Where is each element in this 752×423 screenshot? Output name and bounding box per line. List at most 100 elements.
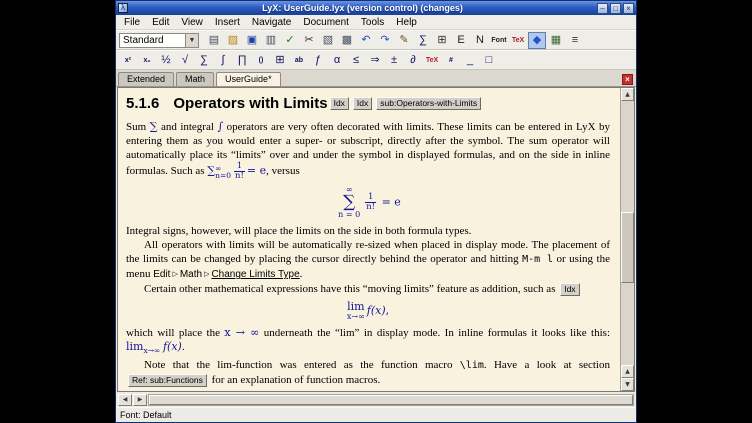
save-icon[interactable]: ▣: [243, 32, 261, 49]
math-spacing-icon[interactable]: _: [461, 52, 479, 69]
display-formula[interactable]: limx→∞f(x),: [126, 301, 610, 321]
tab-extended[interactable]: Extended: [118, 72, 174, 86]
menu-file[interactable]: File: [118, 17, 146, 28]
insert-math-icon[interactable]: ∑: [414, 32, 432, 49]
font-dialog-icon[interactable]: Font: [490, 32, 508, 49]
frac: 1n!: [365, 193, 376, 212]
display-toggle-icon[interactable]: □: [480, 52, 498, 69]
maximize-button[interactable]: □: [610, 3, 621, 14]
open-folder-icon[interactable]: ▨: [224, 32, 242, 49]
product-icon[interactable]: ∏: [233, 52, 251, 69]
menu-view[interactable]: View: [175, 17, 209, 28]
functions-icon[interactable]: ƒ: [309, 52, 327, 69]
delimiters-icon[interactable]: (): [252, 52, 270, 69]
chevron-down-icon[interactable]: ▼: [185, 34, 198, 47]
scroll-up-icon-bottom[interactable]: ▲: [621, 365, 634, 378]
undo-icon[interactable]: ↶: [357, 32, 375, 49]
relations-icon[interactable]: ≤: [347, 52, 365, 69]
bigop: ∞∑n = 0: [338, 186, 360, 219]
display-formula[interactable]: ∞∑n = 01n! = e: [126, 186, 610, 219]
integral-icon[interactable]: ∫: [214, 52, 232, 69]
titlebar[interactable]: λ LyX: UserGuide.lyx (version control) (…: [116, 1, 636, 15]
statusbar: Font: Default: [116, 407, 636, 422]
tex-mode-icon[interactable]: TeX: [509, 32, 527, 49]
vertical-scrollbar[interactable]: ▲ ▲ ▼: [620, 88, 634, 391]
operators-icon[interactable]: ±: [385, 52, 403, 69]
close-button[interactable]: ×: [623, 3, 634, 14]
section-title: Math Symbols: [173, 390, 275, 391]
paragraph[interactable]: Note that the lim-function was entered a…: [126, 358, 610, 387]
section-title: Operators with Limits: [173, 95, 327, 112]
misc-symbols-icon[interactable]: ∂: [404, 52, 422, 69]
app-icon: λ: [118, 3, 128, 13]
inset-badge[interactable]: Idx: [353, 97, 372, 110]
math-macro-icon[interactable]: ab: [290, 52, 308, 69]
frac: 1n!: [234, 162, 245, 181]
paragraph[interactable]: Certain other mathematical expressions h…: [126, 282, 610, 296]
print-icon[interactable]: ▥: [262, 32, 280, 49]
paragraph-style-combo[interactable]: Standard ▼: [119, 33, 199, 48]
noun-icon[interactable]: N: [471, 32, 489, 49]
section-heading[interactable]: 5.1.6Operators with LimitsIdxIdxsub:Oper…: [126, 95, 610, 113]
horizontal-scroll-track[interactable]: [148, 394, 634, 406]
redo-icon[interactable]: ↷: [376, 32, 394, 49]
menu-insert[interactable]: Insert: [209, 17, 246, 28]
scroll-down-icon[interactable]: ▼: [621, 378, 634, 391]
menu-edit[interactable]: Edit: [146, 17, 175, 28]
greek-icon[interactable]: α: [328, 52, 346, 69]
horizontal-scroll-thumb[interactable]: [149, 395, 633, 405]
cut-icon[interactable]: ✂: [300, 32, 318, 49]
scroll-right-icon[interactable]: ▶: [133, 394, 147, 406]
lyx-window: λ LyX: UserGuide.lyx (version control) (…: [115, 0, 637, 423]
copy-icon[interactable]: ▧: [319, 32, 337, 49]
paste-icon[interactable]: ▩: [338, 32, 356, 49]
arrows-icon[interactable]: ⇒: [366, 52, 384, 69]
inset-badge[interactable]: Ref: sub:Functions: [128, 374, 207, 387]
insert-graphics-icon[interactable]: ▦: [547, 32, 565, 49]
inset-badge[interactable]: sub:Operators-with-Limits: [376, 97, 481, 110]
sum-icon[interactable]: ∑: [195, 52, 213, 69]
scroll-left-icon[interactable]: ◀: [118, 394, 132, 406]
menu-document[interactable]: Document: [297, 17, 355, 28]
section-number: 5.1.7: [126, 390, 159, 391]
desktop-background: λ LyX: UserGuide.lyx (version control) (…: [0, 0, 752, 423]
equation-number-icon[interactable]: #: [442, 52, 460, 69]
inset-badge[interactable]: Idx: [330, 97, 349, 110]
close-tab-icon[interactable]: ×: [622, 74, 633, 85]
tab-math[interactable]: Math: [176, 72, 214, 86]
new-document-icon[interactable]: ▤: [205, 32, 223, 49]
emphasis-icon[interactable]: E: [452, 32, 470, 49]
underop: limx→∞: [347, 301, 365, 321]
menu-navigate[interactable]: Navigate: [246, 17, 297, 28]
paragraph[interactable]: Integral signs, however, will place the …: [126, 224, 610, 238]
toc-icon[interactable]: ≡: [566, 32, 584, 49]
menu-tools[interactable]: Tools: [355, 17, 390, 28]
scroll-up-icon[interactable]: ▲: [621, 88, 634, 101]
window-title: LyX: UserGuide.lyx (version control) (ch…: [130, 3, 595, 13]
vertical-scroll-track[interactable]: [621, 101, 634, 365]
edit-icon[interactable]: ✎: [395, 32, 413, 49]
minimize-button[interactable]: –: [597, 3, 608, 14]
menu-help[interactable]: Help: [390, 17, 423, 28]
insert-table-icon[interactable]: ⊞: [433, 32, 451, 49]
fraction-icon[interactable]: ½: [157, 52, 175, 69]
math-panel-icon[interactable]: ◆: [528, 32, 546, 49]
mstack: ∞n=0: [215, 165, 231, 179]
paragraph[interactable]: which will place the x → ∞ underneath th…: [126, 326, 610, 358]
section-heading[interactable]: 5.1.7Math SymbolsIdx: [126, 390, 610, 391]
paragraph[interactable]: All operators with limits will be automa…: [126, 238, 610, 282]
vertical-scroll-thumb[interactable]: [621, 212, 634, 283]
subscript-icon[interactable]: x₂: [138, 52, 156, 69]
tab-userguide[interactable]: UserGuide*: [216, 72, 281, 86]
menubar: FileEditViewInsertNavigateDocumentToolsH…: [116, 15, 636, 30]
square-root-icon[interactable]: √: [176, 52, 194, 69]
document-body[interactable]: 5.1.6Operators with LimitsIdxIdxsub:Oper…: [118, 88, 620, 391]
toolbar-math-icons: x²x₂½√∑∫∏()⊞abƒα≤⇒±∂TeX#_□: [119, 52, 498, 69]
matrix-icon[interactable]: ⊞: [271, 52, 289, 69]
tex-code-icon[interactable]: TeX: [423, 52, 441, 69]
paragraph[interactable]: Sum ∑ and integral ∫ operators are very …: [126, 120, 610, 181]
inset-badge[interactable]: Idx: [560, 283, 579, 296]
status-text: Font: Default: [120, 410, 172, 420]
superscript-icon[interactable]: x²: [119, 52, 137, 69]
spellcheck-icon[interactable]: ✓: [281, 32, 299, 49]
